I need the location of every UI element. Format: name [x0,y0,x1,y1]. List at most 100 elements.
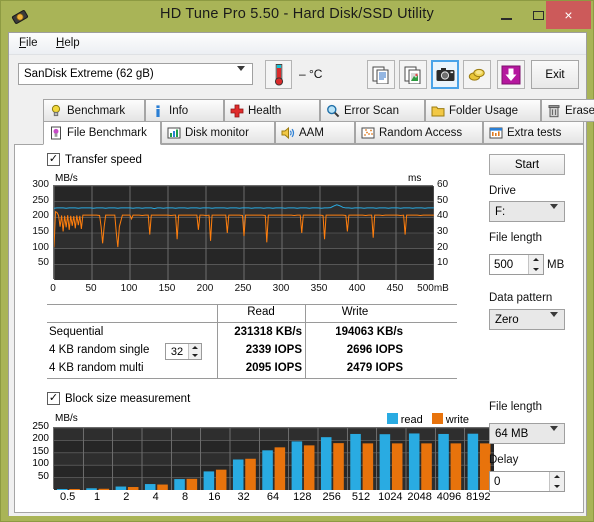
chart2-legend: read write [386,413,469,426]
copy-text-button[interactable] [367,60,395,89]
tab-health-label: Health [248,104,282,117]
start-button[interactable]: Start [489,154,565,175]
legend-swatch-read [386,413,398,424]
tab-erase-label: Erase [565,104,594,117]
bar-chart-icon [166,125,182,141]
file-length-down-button[interactable] [529,265,543,275]
coins-button[interactable] [463,60,491,89]
results-cell-read-2: 2095 IOPS [245,362,302,374]
copy-image-button[interactable] [399,60,427,89]
close-icon: × [564,7,573,23]
tab-row-secondary: File Benchmark Disk monitor AAM Random A… [14,121,584,145]
chart2-ytick: 100 [32,458,49,470]
delay-up-button[interactable] [550,472,564,482]
tab-erase[interactable]: Erase [541,99,594,122]
thermometer-icon [274,63,283,86]
data-pattern-label: Data pattern [489,292,553,304]
chart1-xtick: 50 [85,283,97,294]
tab-error-scan[interactable]: Error Scan [320,99,425,122]
tab-random-access-label: Random Access [379,126,463,139]
chart1-y2tick: 20 [437,241,449,253]
chart1-xtick: 200 [196,283,214,294]
chart1-xtick: 250 [234,283,252,294]
close-button[interactable]: × [546,1,591,29]
chart1-ytick: 100 [32,241,49,253]
block-file-length-value: 64 MB [495,427,529,440]
queue-depth-stepper[interactable]: 32 [165,343,202,360]
tab-folder-usage[interactable]: Folder Usage [425,99,541,122]
results-table: Read Write Sequential 231318 KB/s 194063… [47,304,457,379]
results-row-label-0: Sequential [49,326,104,338]
data-pattern-select[interactable]: Zero [489,309,565,330]
chart1-y2label: ms [408,173,422,184]
file-length-value: 500 [494,258,514,271]
tab-health[interactable]: Health [224,99,320,122]
cross-icon [229,103,245,119]
copy-image-icon [404,66,421,84]
screenshot-button[interactable] [431,60,459,89]
chart1-y2tick: 30 [437,226,449,237]
queue-depth-arrows[interactable] [188,344,201,359]
chart1-xtick: 400 [348,283,366,294]
delay-arrows[interactable] [549,472,564,491]
tab-random-access[interactable]: Random Access [355,121,483,144]
menu-bar: File Help [9,33,586,55]
legend-label-read: read [400,414,423,426]
file-length-arrows[interactable] [528,255,543,274]
file-length-stepper[interactable]: 500 [489,254,544,275]
maximize-icon [532,10,544,20]
chart1-ytick: 200 [32,210,49,222]
tab-info[interactable]: Info [145,99,224,122]
results-cell-write-0: 194063 KB/s [335,326,403,338]
tab-info-label: Info [169,104,189,117]
menu-item-help[interactable]: Help [56,37,80,49]
file-benchmark-icon [48,125,64,141]
drive-letter-select[interactable]: F: [489,201,565,222]
tab-disk-monitor[interactable]: Disk monitor [161,121,275,144]
start-button-label: Start [514,158,540,171]
results-cell-write-1: 2696 IOPS [346,344,403,356]
block-size-checkbox[interactable]: ✓ Block size measurement [47,392,190,405]
chart1-y2tick: 50 [437,194,449,206]
menu-item-file[interactable]: File [19,37,38,49]
queue-depth-up-button[interactable] [189,344,201,352]
scatter-icon [360,125,376,141]
legend-label-write: write [445,414,469,426]
chevron-down-icon [237,66,245,83]
copy-text-icon [372,66,389,84]
chart1-xtick: 350 [310,283,328,294]
chart2-ytick: 250 [32,421,49,432]
menu-file-rest: ile [26,37,38,49]
minimize-button[interactable] [490,1,522,29]
drive-letter-value: F: [495,205,506,218]
data-pattern-value: Zero [495,313,519,326]
chart2-ylabel: MB/s [55,413,78,424]
chart2-svg [54,427,494,490]
temperature-button[interactable] [265,60,292,89]
results-header-read: Read [247,306,275,318]
app-window: HD Tune Pro 5.50 - Hard Disk/SSD Utility… [0,0,594,522]
chart1-xtick: 150 [158,283,176,294]
file-length-unit: MB [547,259,565,271]
tab-extra-tests[interactable]: Extra tests [483,121,584,144]
delay-down-button[interactable] [550,482,564,492]
transfer-speed-checkbox[interactable]: ✓ Transfer speed [47,153,142,166]
block-size-checkbox-box: ✓ [47,392,60,405]
download-button[interactable] [497,60,525,89]
chart2-plot-area [53,427,494,490]
tab-file-benchmark[interactable]: File Benchmark [43,121,161,145]
drive-select[interactable]: SanDisk Extreme (62 gB) [18,63,253,85]
tab-strip: Benchmark Info Health Error Scan Folder … [14,99,594,145]
tab-aam[interactable]: AAM [275,121,355,144]
block-file-length-select[interactable]: 64 MB [489,423,565,444]
queue-depth-down-button[interactable] [189,352,201,360]
delay-stepper[interactable]: 0 [489,471,565,492]
file-length-up-button[interactable] [529,255,543,265]
exit-button[interactable]: Exit [531,60,579,89]
chart1-ytick: 250 [32,194,49,206]
legend-item-read: read [386,413,423,426]
tab-benchmark[interactable]: Benchmark [43,99,145,122]
toolbar: SanDisk Extreme (62 gB) – °C Exit [9,55,586,99]
chart1-ytick: 300 [32,179,49,190]
delay-value: 0 [494,475,501,488]
